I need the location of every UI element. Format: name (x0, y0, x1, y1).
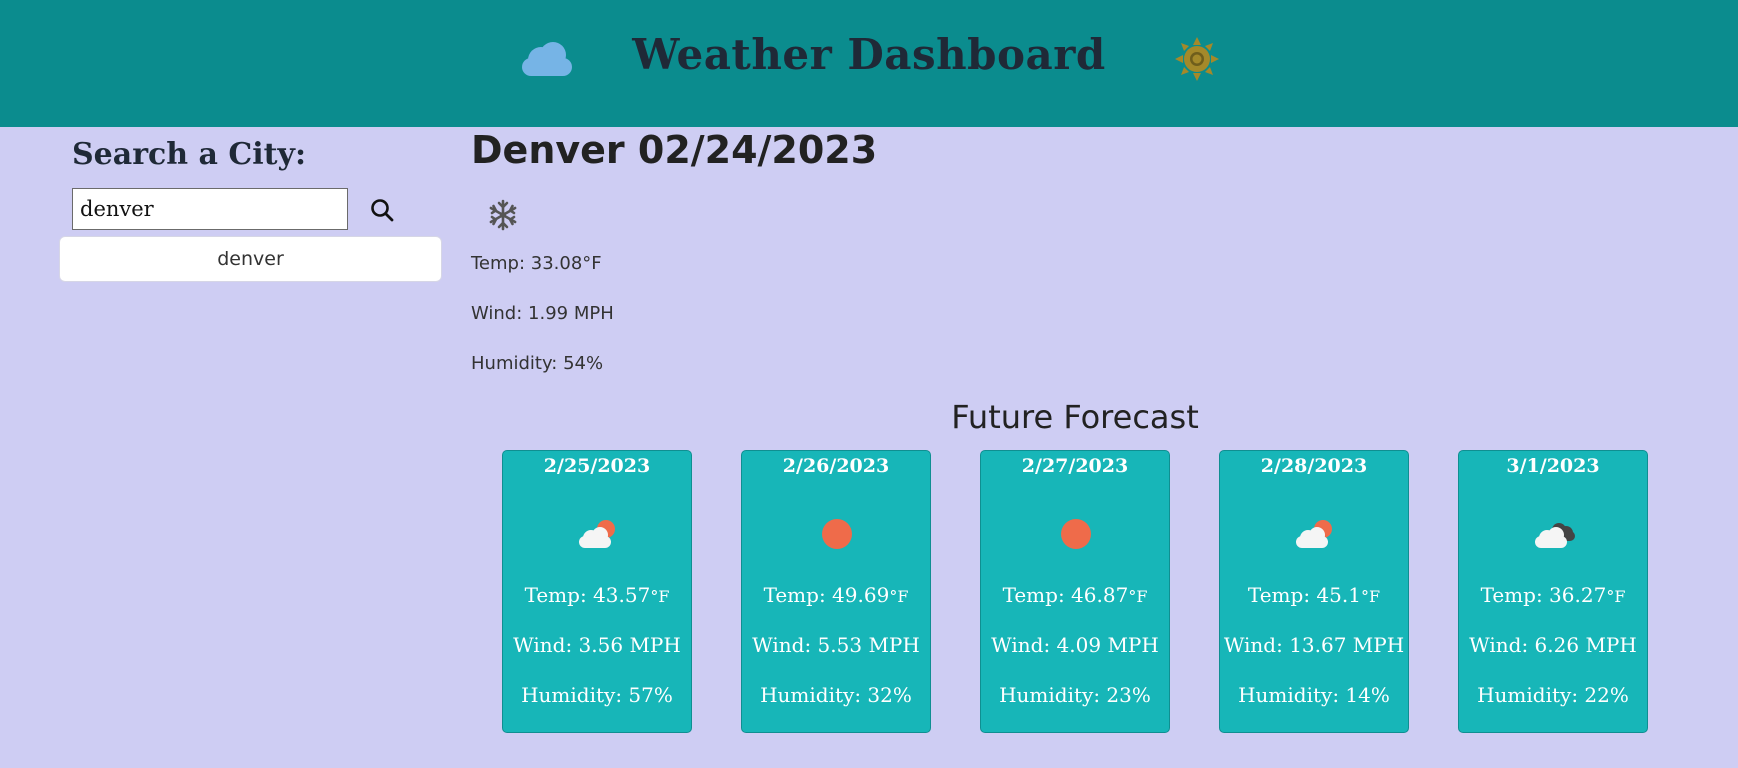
partly-cloudy-day-icon (579, 520, 615, 548)
snowflake-icon (489, 199, 517, 231)
forecast-wind: Wind: 5.53 MPH (752, 633, 920, 657)
forecast-card: 3/1/2023 Temp: 36.27°F Wind: 6.26 MPH Hu… (1458, 450, 1648, 733)
history-city-button[interactable]: denver (59, 236, 442, 282)
page-title: Weather Dashboard (632, 30, 1106, 79)
current-wind: Wind: 1.99 MPH (471, 303, 614, 324)
forecast-date: 3/1/2023 (1506, 455, 1600, 477)
clear-sun-icon (822, 519, 852, 549)
forecast-date: 2/28/2023 (1260, 455, 1368, 477)
forecast-wind: Wind: 6.26 MPH (1469, 633, 1637, 657)
search-input[interactable] (72, 188, 348, 230)
app-header: Weather Dashboard (0, 0, 1738, 127)
forecast-temp: Temp: 36.27°F (1480, 583, 1626, 607)
forecast-temp: Temp: 49.69°F (763, 583, 909, 607)
forecast-card: 2/27/2023 Temp: 46.87°F Wind: 4.09 MPH H… (980, 450, 1170, 733)
current-city-title: Denver 02/24/2023 (471, 128, 878, 172)
forecast-humidity: Humidity: 57% (521, 683, 673, 707)
search-icon (371, 199, 394, 222)
forecast-humidity: Humidity: 23% (999, 683, 1151, 707)
search-heading: Search a City: (72, 137, 307, 172)
forecast-temp: Temp: 46.87°F (1002, 583, 1148, 607)
forecast-card: 2/26/2023 Temp: 49.69°F Wind: 5.53 MPH H… (741, 450, 931, 733)
forecast-wind: Wind: 3.56 MPH (513, 633, 681, 657)
forecast-wind: Wind: 13.67 MPH (1223, 633, 1405, 657)
forecast-wind: Wind: 4.09 MPH (991, 633, 1159, 657)
forecast-date: 2/27/2023 (1021, 455, 1129, 477)
forecast-temp: Temp: 45.1°F (1247, 583, 1381, 607)
sun-icon (1175, 37, 1219, 81)
current-temp: Temp: 33.08°F (471, 253, 602, 274)
forecast-date: 2/25/2023 (543, 455, 651, 477)
search-button[interactable] (368, 196, 398, 226)
partly-cloudy-day-icon (1296, 520, 1332, 548)
forecast-heading: Future Forecast (951, 398, 1199, 436)
forecast-humidity: Humidity: 22% (1477, 683, 1629, 707)
forecast-humidity: Humidity: 32% (760, 683, 912, 707)
forecast-temp: Temp: 43.57°F (524, 583, 670, 607)
forecast-card: 2/25/2023 Temp: 43.57°F Wind: 3.56 MPH H… (502, 450, 692, 733)
forecast-card: 2/28/2023 Temp: 45.1°F Wind: 13.67 MPH H… (1219, 450, 1409, 733)
forecast-date: 2/26/2023 (782, 455, 890, 477)
forecast-cards: 2/25/2023 Temp: 43.57°F Wind: 3.56 MPH H… (502, 450, 1650, 734)
broken-clouds-icon (1535, 523, 1575, 548)
forecast-humidity: Humidity: 14% (1238, 683, 1390, 707)
current-humidity: Humidity: 54% (471, 353, 604, 374)
clear-sun-icon (1061, 519, 1091, 549)
